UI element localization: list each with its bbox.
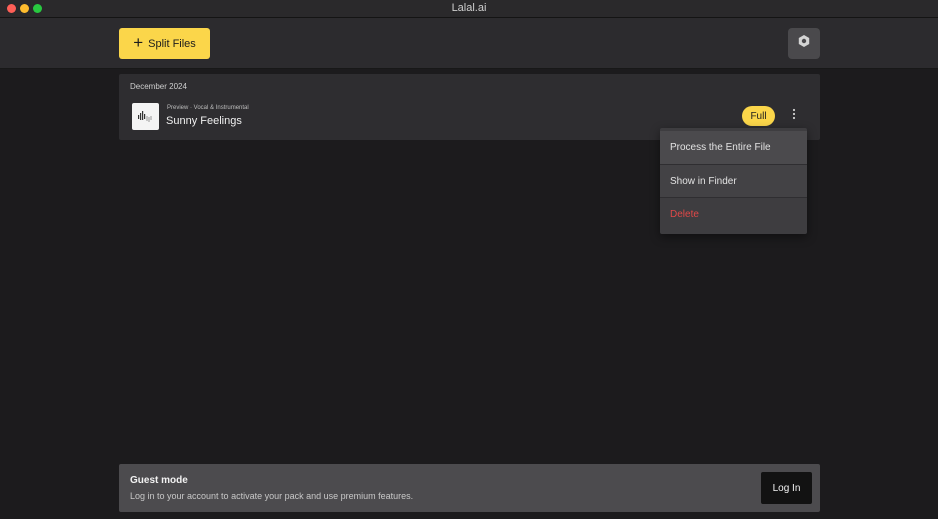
title-bar: Lalal.ai <box>0 0 938 18</box>
menu-item-delete[interactable]: Delete <box>660 198 807 231</box>
file-name: Sunny Feelings <box>166 115 242 127</box>
log-in-button[interactable]: Log In <box>761 472 812 504</box>
settings-icon <box>797 34 811 53</box>
split-files-button[interactable]: + Split Files <box>119 28 210 59</box>
guest-mode-banner: Guest mode Log in to your account to act… <box>119 464 820 512</box>
window-title: Lalal.ai <box>451 2 487 14</box>
plus-icon: + <box>133 33 144 52</box>
menu-item-show-in-finder[interactable]: Show in Finder <box>660 165 807 198</box>
settings-button[interactable] <box>788 28 820 59</box>
full-badge-button[interactable]: Full <box>742 106 775 126</box>
menu-item-process-entire-file[interactable]: Process the Entire File <box>660 131 807 164</box>
app-window: Lalal.ai + Split Files December 2024 Pre… <box>0 0 938 519</box>
waveform-icon <box>132 103 159 130</box>
guest-mode-title: Guest mode <box>130 475 188 486</box>
split-files-label: Split Files <box>148 37 196 50</box>
guest-mode-description: Log in to your account to activate your … <box>130 491 414 501</box>
file-context-menu: Process the Entire File Show in Finder D… <box>660 128 807 234</box>
more-vertical-icon <box>792 107 796 125</box>
group-date: December 2024 <box>130 82 187 91</box>
more-options-button[interactable] <box>789 108 799 124</box>
header-toolbar: + Split Files <box>0 18 938 69</box>
file-meta: Preview · Vocal & Instrumental <box>167 105 249 111</box>
